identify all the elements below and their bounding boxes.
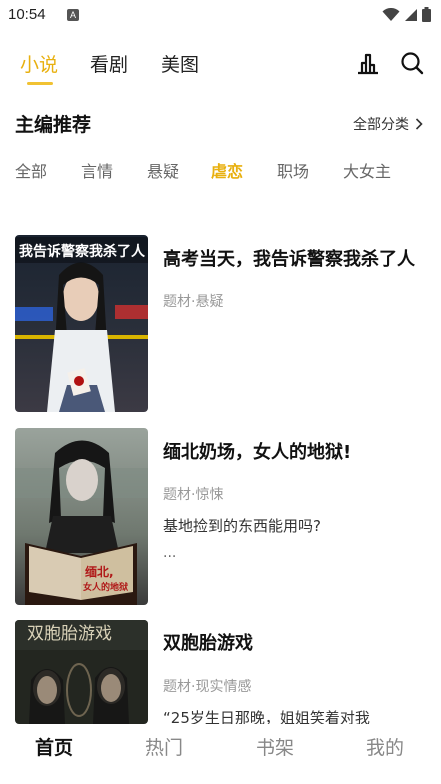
all-categories-label: 全部分类: [353, 117, 409, 133]
tab-drama[interactable]: 看剧: [90, 50, 128, 77]
search-icon[interactable]: [399, 50, 425, 76]
filter-strong-heroine[interactable]: 大女主: [343, 158, 391, 182]
book-description-ellipsis: ...: [163, 545, 177, 561]
nav-hot[interactable]: 热门: [145, 733, 183, 760]
cover-title-text: 缅北,: [85, 564, 114, 579]
filter-suspense[interactable]: 悬疑: [147, 158, 179, 182]
nav-home[interactable]: 首页: [35, 733, 73, 760]
top-tabs: 小说 看剧 美图: [0, 44, 441, 85]
bottom-navigation: 首页 热门 书架 我的: [0, 724, 441, 784]
ranking-icon[interactable]: [355, 50, 381, 76]
tab-novel[interactable]: 小说: [20, 50, 58, 77]
nav-me[interactable]: 我的: [366, 733, 404, 760]
nav-bookshelf[interactable]: 书架: [256, 733, 294, 760]
book-title[interactable]: 双胞胎游戏: [163, 629, 425, 655]
chevron-right-icon: [415, 118, 423, 130]
battery-icon: [422, 7, 431, 22]
book-cover[interactable]: 缅北, 女人的地狱: [15, 428, 148, 605]
book-title[interactable]: 缅北奶场，女人的地狱!: [163, 438, 425, 464]
book-card[interactable]: 缅北, 女人的地狱 缅北奶场，女人的地狱! 题材·惊悚 基地捡到的东西能用吗? …: [15, 428, 435, 606]
book-card[interactable]: 我告诉警察我杀了人 高考当天，我告诉警察我杀了人 题材·悬疑: [15, 235, 435, 413]
cover-title-text: 双胞胎游戏: [27, 624, 112, 644]
book-genre: 题材·现实情感: [163, 679, 252, 695]
filter-workplace[interactable]: 职场: [277, 158, 309, 182]
category-filters: 全部 言情 悬疑 虐恋 职场 大女主: [0, 156, 441, 182]
notification-a-icon: A: [67, 9, 79, 21]
wifi-icon: [382, 7, 400, 21]
book-cover[interactable]: 我告诉警察我杀了人: [15, 235, 148, 412]
status-time: 10:54: [8, 6, 46, 23]
book-cover-image: 缅北, 女人的地狱: [15, 428, 148, 605]
book-description: 基地捡到的东西能用吗?: [163, 517, 321, 535]
cover-subtitle-text: 女人的地狱: [83, 581, 128, 593]
tab-pictures[interactable]: 美图: [161, 50, 199, 77]
status-icons: [382, 7, 431, 22]
section-title: 主编推荐: [15, 114, 92, 136]
status-bar: 10:54 A: [0, 0, 441, 30]
book-cover[interactable]: 双胞胎游戏: [15, 620, 148, 724]
book-genre: 题材·悬疑: [163, 294, 224, 310]
book-card[interactable]: 双胞胎游戏 双胞胎游戏 题材·现实情感 “25岁生日那晚，姐姐笑着对我: [15, 620, 435, 727]
cover-title-text: 我告诉警察我杀了人: [19, 243, 146, 260]
book-title[interactable]: 高考当天，我告诉警察我杀了人: [163, 245, 425, 271]
book-genre: 题材·惊悚: [163, 487, 224, 503]
book-cover-image: 双胞胎游戏: [15, 620, 148, 724]
filter-all[interactable]: 全部: [15, 158, 47, 182]
filter-angst-romance[interactable]: 虐恋: [211, 158, 243, 182]
book-cover-image: 我告诉警察我杀了人: [15, 235, 148, 412]
signal-icon: [405, 8, 417, 21]
all-categories-link[interactable]: 全部分类: [353, 114, 423, 134]
active-tab-underline: [27, 82, 53, 85]
filter-romance[interactable]: 言情: [81, 158, 113, 182]
